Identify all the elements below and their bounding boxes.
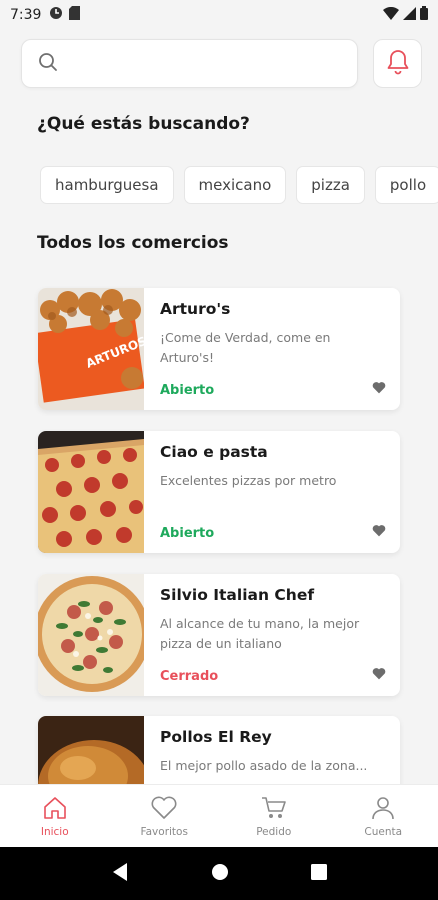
store-status: Abierto — [160, 383, 215, 398]
nav-item-inicio[interactable]: Inicio — [0, 785, 110, 847]
store-card[interactable]: ARTUROS Arturo's ¡Come de Verdad, come e… — [38, 288, 400, 410]
section-title-all-stores: Todos los comercios — [37, 233, 229, 253]
recents-icon[interactable] — [311, 863, 327, 884]
system-nav-bar — [0, 847, 438, 900]
store-image — [38, 431, 144, 553]
nav-label: Inicio — [40, 825, 69, 838]
search-icon — [38, 52, 58, 76]
nav-label: Pedido — [256, 825, 292, 838]
nav-item-favoritos[interactable]: Favoritos — [110, 785, 220, 847]
nav-label: Cuenta — [364, 825, 403, 838]
category-chip[interactable]: mexicano — [183, 166, 287, 204]
store-name: Silvio Italian Chef — [160, 586, 315, 604]
store-card[interactable]: Ciao e pasta Excelentes pizzas por metro… — [38, 431, 400, 553]
bottom-nav: Inicio Favoritos Pedido Cuenta — [0, 784, 438, 847]
category-chip[interactable]: hamburguesa — [40, 166, 174, 204]
store-card[interactable]: Silvio Italian Chef Al alcance de tu man… — [38, 574, 400, 696]
store-name: Pollos El Rey — [160, 728, 272, 746]
wifi-icon — [383, 6, 399, 24]
store-description: Al alcance de tu mano, la mejor pizza de… — [160, 616, 360, 651]
search-bar[interactable] — [21, 39, 358, 88]
status-bar: 7:39 — [0, 0, 438, 30]
store-description: Excelentes pizzas por metro — [160, 473, 337, 488]
store-status: Cerrado — [160, 669, 219, 684]
sd-card-icon — [69, 6, 81, 24]
favorite-heart-icon[interactable] — [372, 379, 386, 398]
section-title-looking-for: ¿Qué estás buscando? — [37, 114, 250, 134]
category-chip[interactable]: pollo — [374, 166, 438, 204]
store-name: Arturo's — [160, 300, 231, 318]
nav-item-cuenta[interactable]: Cuenta — [329, 785, 438, 847]
store-name: Ciao e pasta — [160, 443, 268, 461]
store-status: Abierto — [160, 526, 215, 541]
signal-icon — [403, 6, 416, 24]
category-chip[interactable]: pizza — [296, 166, 365, 204]
store-description: El mejor pollo asado de la zona... — [160, 758, 368, 773]
store-image: ARTUROS — [38, 288, 148, 410]
bell-icon — [386, 49, 410, 79]
battery-icon — [420, 6, 428, 24]
favorite-heart-icon[interactable] — [372, 665, 386, 684]
back-icon[interactable] — [111, 862, 129, 886]
favorite-heart-icon[interactable] — [372, 522, 386, 541]
data-saver-icon — [49, 6, 63, 24]
home-icon — [42, 795, 68, 826]
nav-label: Favoritos — [140, 825, 188, 838]
nav-item-pedido[interactable]: Pedido — [219, 785, 329, 847]
cart-icon — [260, 795, 288, 826]
store-description: ¡Come de Verdad, come en Arturo's! — [160, 330, 331, 365]
search-input[interactable] — [68, 54, 328, 73]
user-icon — [370, 795, 396, 826]
notifications-button[interactable] — [373, 39, 422, 88]
category-chips: hamburguesa mexicano pizza pollo — [40, 166, 438, 204]
heart-icon — [150, 795, 178, 826]
store-image — [38, 574, 150, 696]
home-circle-icon[interactable] — [211, 863, 229, 885]
status-time: 7:39 — [10, 7, 42, 23]
